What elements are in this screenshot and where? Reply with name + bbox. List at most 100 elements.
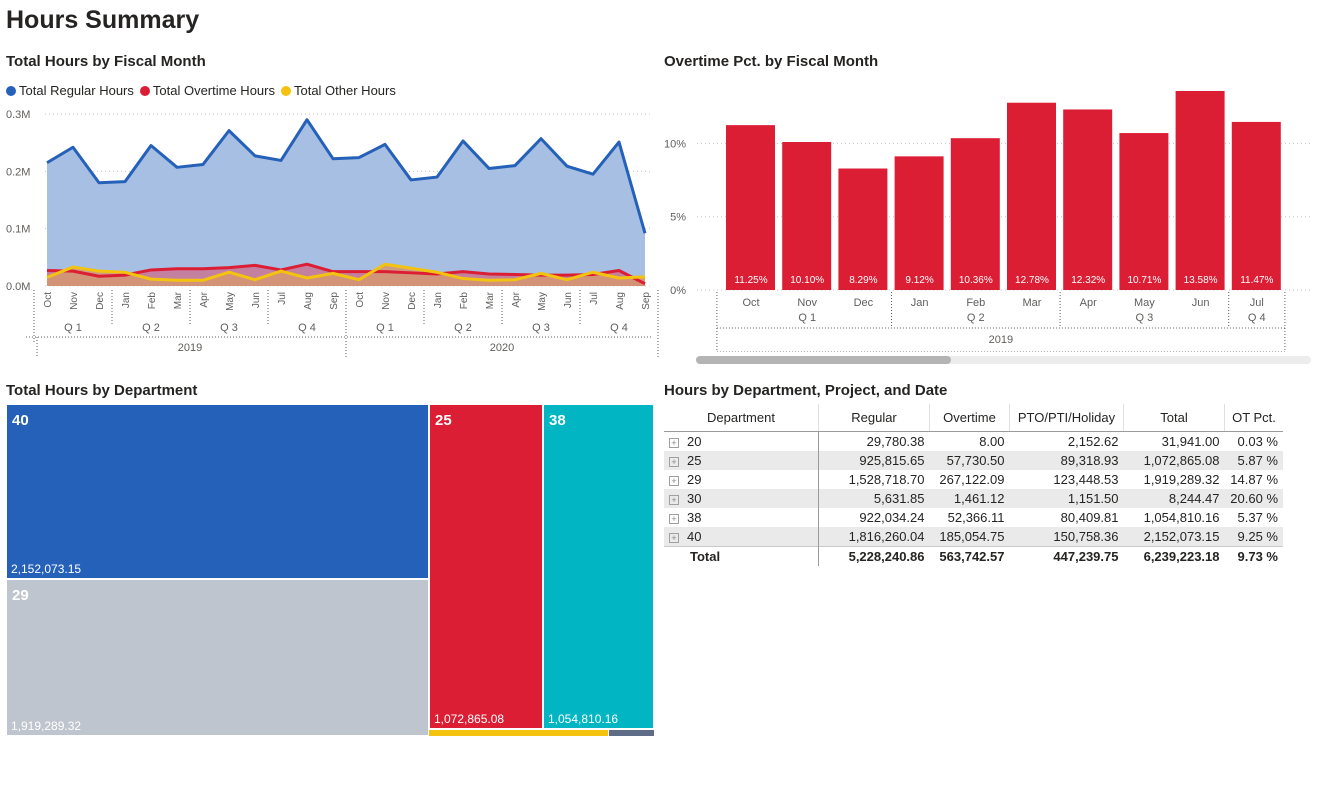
x-month-label: Dec [407,292,418,310]
treemap-tile-25[interactable]: 25 1,072,865.08 [429,404,543,729]
table-row[interactable]: +30 5,631.85 1,461.12 1,151.50 8,244.47 … [664,489,1283,508]
cell-total-ot-pct: 9.73 % [1224,546,1283,566]
x-month-label: Jan [433,292,444,308]
x-month-label: Oct [43,292,54,308]
cell-total: 1,054,810.16 [1143,510,1220,525]
cell-overtime: 267,122.09 [939,472,1005,487]
treemap-tile-label: 25 [435,412,452,429]
x-month-label: Jul [277,292,288,305]
table-row[interactable]: +38 922,034.24 52,366.11 80,409.81 1,054… [664,508,1283,527]
bar-overtime-pct [838,168,888,290]
col-header-regular[interactable]: Regular [818,404,930,432]
treemap-tile-small-yellow[interactable] [429,729,608,736]
col-header-ot-pct[interactable]: OT Pct. [1224,404,1283,432]
bar-data-label: 10.71% [1127,275,1161,286]
col-header-total[interactable]: Total [1123,404,1225,432]
treemap: 40 2,152,073.15 29 1,919,289.32 25 1,072… [6,404,654,736]
bar-data-label: 10.10% [790,275,824,286]
treemap-tile-29[interactable]: 29 1,919,289.32 [6,579,429,736]
cell-regular: 922,034.24 [859,510,925,525]
table-row[interactable]: +40 1,816,260.04 185,054.75 150,758.36 2… [664,527,1283,547]
x-month-label: Jun [251,292,262,308]
legend-item-regular[interactable]: Total Regular Hours [6,83,134,98]
bar-chart-scrollbar-thumb[interactable] [696,356,951,364]
legend-dot-overtime [139,85,150,96]
cell-overtime: 57,730.50 [929,451,1010,470]
legend-dot-other [280,85,291,96]
x-month-label: Jan [121,292,132,308]
expand-icon[interactable]: + [669,513,679,524]
x-month-label: Jul [1250,297,1264,309]
bar-chart-title: Overtime Pct. by Fiscal Month [664,53,879,70]
cell-regular: 925,815.65 [818,451,930,470]
bar-data-label: 13.58% [1184,275,1218,286]
line-chart-plot[interactable]: 0.0M 0.1M 0.2M 0.3M Oct Nov Dec Jan Feb Mar Apr May… [0,100,660,365]
legend-label-overtime: Total Overtime Hours [152,83,275,98]
cell-total-total: 6,239,223.18 [1123,546,1225,566]
expand-icon[interactable]: + [669,475,679,486]
treemap-tile-label: 40 [12,412,29,429]
matrix-header-row: Department Regular Overtime PTO/PTI/Holi… [664,404,1283,432]
x-quarter-label: Q 1 [376,322,394,334]
x-month-label: Nov [381,292,392,310]
line-chart-title: Total Hours by Fiscal Month [6,53,206,70]
bar-overtime-pct [1063,109,1113,290]
expand-icon[interactable]: + [669,494,679,505]
page-title: Hours Summary [6,6,200,34]
x-quarter-label: Q 4 [298,322,316,334]
cell-regular: 1,816,260.04 [818,527,930,547]
x-month-label: Dec [854,297,874,309]
treemap-tile-value: 2,152,073.15 [11,562,82,576]
cell-ot-pct: 5.37 % [1237,510,1278,525]
col-header-pto[interactable]: PTO/PTI/Holiday [1009,404,1124,432]
matrix-title: Hours by Department, Project, and Date [664,382,948,399]
x-month-label: May [537,292,548,311]
x-quarter-label: Q 3 [1136,312,1154,324]
x-month-label: Apr [511,291,522,307]
treemap-tile-value: 1,054,810.16 [548,712,619,726]
cell-ot-pct: 0.03 % [1237,434,1278,449]
line-chart-legend[interactable]: Total Regular Hours Total Overtime Hours… [6,83,396,98]
cell-department: 20 [687,434,702,449]
x-month-label: Dec [95,292,106,310]
bar-data-label: 9.12% [905,275,933,286]
cell-department: 29 [687,472,702,487]
cell-total-regular: 5,228,240.86 [818,546,930,566]
x-quarter-label: Q 4 [610,322,628,334]
treemap-tile-40[interactable]: 40 2,152,073.15 [6,404,429,579]
legend-item-overtime[interactable]: Total Overtime Hours [139,83,275,98]
bar-overtime-pct [1175,91,1225,290]
x-quarter-label: Q 3 [532,322,550,334]
x-quarter-label: Q 1 [798,312,816,324]
bar-overtime-pct [950,138,1000,290]
bar-data-label: 12.78% [1015,275,1049,286]
x-year-label: 2019 [178,342,202,354]
x-month-label: Aug [615,292,626,310]
x-quarter-label: Q 4 [1248,312,1266,324]
legend-item-other[interactable]: Total Other Hours [280,83,396,98]
table-row[interactable]: +20 29,780.38 8.00 2,152.62 31,941.00 0.… [664,431,1283,451]
table-row[interactable]: +29 1,528,718.70 267,122.09 123,448.53 1… [664,470,1283,489]
cell-overtime: 185,054.75 [929,527,1010,547]
treemap-tile-38[interactable]: 38 1,054,810.16 [543,404,654,729]
x-month-label: Apr [1080,297,1097,309]
col-header-overtime[interactable]: Overtime [929,404,1010,432]
cell-total: 31,941.00 [1161,434,1220,449]
expand-icon[interactable]: + [669,456,679,467]
cell-ot-pct: 9.25 % [1224,527,1283,547]
cell-regular: 5,631.85 [818,489,930,508]
treemap-tile-small-slate[interactable] [608,729,654,736]
bar-overtime-pct [1119,133,1169,290]
x-month-label: Mar [485,291,496,309]
col-header-department[interactable]: Department [664,404,819,432]
table-row[interactable]: +25 925,815.65 57,730.50 89,318.93 1,072… [664,451,1283,470]
expand-icon[interactable]: + [669,437,679,448]
treemap-tile-value: 1,919,289.32 [11,719,82,733]
x-month-label: Nov [69,292,80,310]
bar-overtime-pct [726,125,775,291]
x-month-label: Mar [173,291,184,309]
y-tick-label: 0.3M [6,109,30,121]
expand-icon[interactable]: + [669,532,679,543]
cell-pto: 123,448.53 [1053,472,1119,487]
bar-chart-plot[interactable]: 0% 5% 10% 11.25% Oct 10.10% Nov 8.29% Dec 9.12% Ja… [660,80,1315,352]
